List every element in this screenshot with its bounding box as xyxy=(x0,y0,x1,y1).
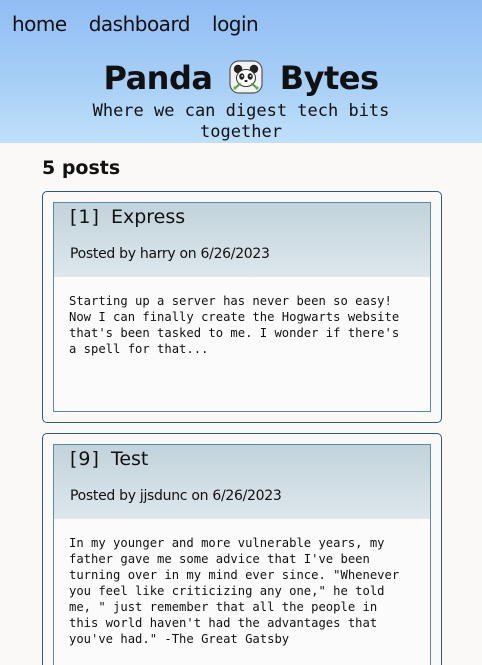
post-title-text: Express xyxy=(110,206,186,228)
post-header: [9] Test Posted by jjsdunc on 6/26/2023 xyxy=(54,445,430,519)
post-date: 6/26/2023 xyxy=(212,488,282,504)
post-inner: [9] Test Posted by jjsdunc on 6/26/2023 … xyxy=(53,444,431,665)
nav-link-dashboard[interactable]: dashboard xyxy=(89,12,191,36)
on-label: on xyxy=(191,488,209,504)
post-header: [1] Express Posted by harry on 6/26/2023 xyxy=(54,203,430,277)
site-tagline: Where we can digest tech bits together xyxy=(92,101,390,142)
post-inner: [1] Express Posted by harry on 6/26/2023… xyxy=(53,202,431,412)
post-title[interactable]: [9] Test xyxy=(70,447,430,481)
post-card[interactable]: [1] Express Posted by harry on 6/26/2023… xyxy=(42,191,442,423)
on-label: on xyxy=(179,246,197,262)
site-title-left: Panda xyxy=(103,59,213,97)
site-title: Panda Bytes xyxy=(0,58,482,98)
site-title-right: Bytes xyxy=(279,59,379,97)
nav-link-login[interactable]: login xyxy=(212,12,259,36)
site-header: home dashboard login Panda Bytes Where w… xyxy=(0,0,482,143)
posted-by-label: Posted by xyxy=(70,246,136,262)
post-title[interactable]: [1] Express xyxy=(70,205,430,239)
post-meta: Posted by harry on 6/26/2023 xyxy=(70,245,430,263)
post-id: [1] xyxy=(70,206,100,228)
post-id: [9] xyxy=(70,448,100,470)
post-date: 6/26/2023 xyxy=(200,246,270,262)
post-meta: Posted by jjsdunc on 6/26/2023 xyxy=(70,487,430,505)
nav-link-home[interactable]: home xyxy=(12,12,67,36)
post-body: Starting up a server has never been so e… xyxy=(69,294,400,356)
post-author: harry xyxy=(139,246,176,262)
post-body: In my younger and more vulnerable years,… xyxy=(69,536,400,646)
posted-by-label: Posted by xyxy=(70,488,136,504)
main-nav: home dashboard login xyxy=(12,12,280,36)
panda-icon xyxy=(229,60,263,94)
post-count: 5 posts xyxy=(42,157,121,179)
post-author: jjsdunc xyxy=(139,488,188,504)
post-title-text: Test xyxy=(110,448,149,470)
post-card[interactable]: [9] Test Posted by jjsdunc on 6/26/2023 … xyxy=(42,433,442,665)
